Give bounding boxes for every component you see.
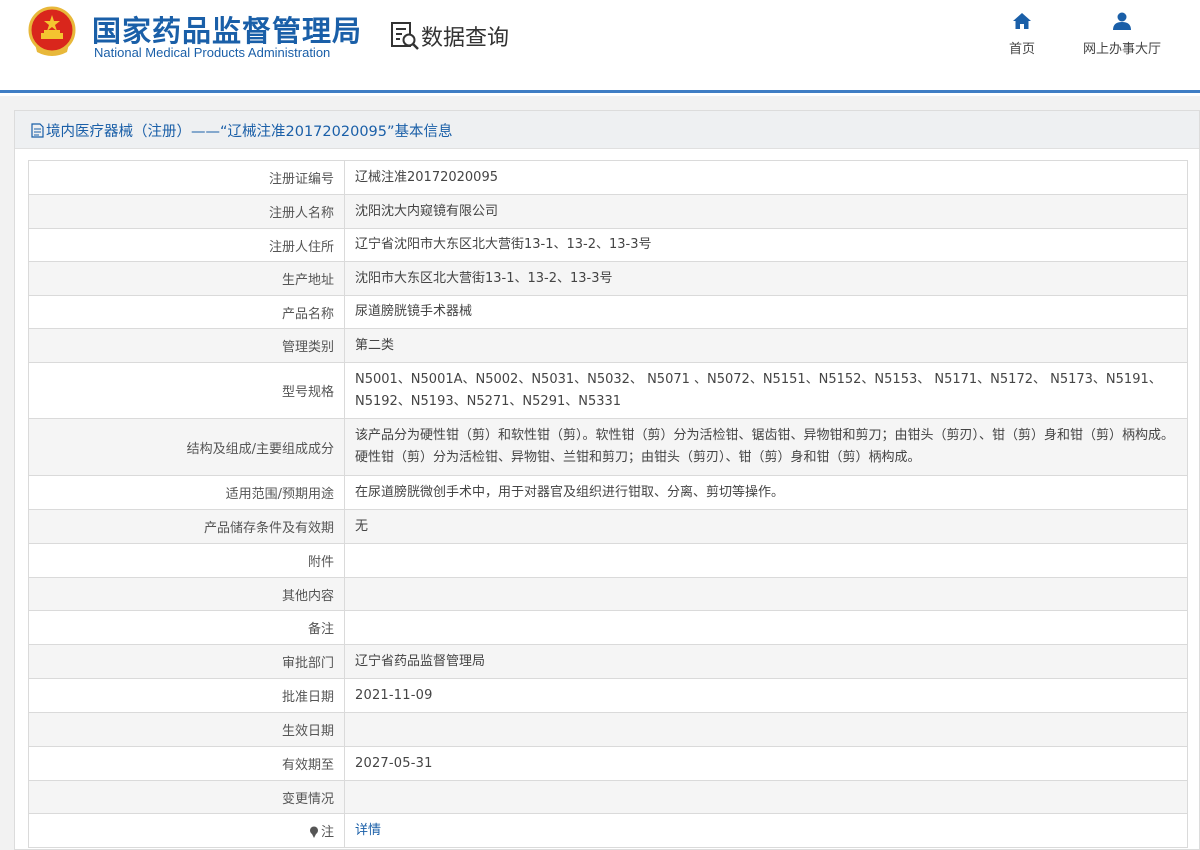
table-row: 产品储存条件及有效期 无	[28, 509, 1188, 544]
site-subtitle: National Medical Products Administration	[94, 45, 331, 60]
row-value	[344, 577, 1188, 611]
table-row: 审批部门 辽宁省药品监督管理局	[28, 644, 1188, 679]
row-label: 注册证编号	[28, 160, 345, 195]
site-header: 国家药品监督管理局 National Medical Products Admi…	[0, 0, 1200, 90]
row-value	[344, 780, 1188, 814]
row-label: 附件	[28, 543, 345, 578]
row-value: 详情	[344, 813, 1188, 848]
row-value: 尿道膀胱镜手术器械	[344, 295, 1188, 329]
row-label: 批准日期	[28, 678, 345, 713]
row-label: 注册人住所	[28, 228, 345, 262]
section-title: 数据查询	[421, 26, 510, 51]
row-label: 注册人名称	[28, 194, 345, 229]
table-row: 型号规格 N5001、N5001A、N5002、N5031、N5032、 N50…	[28, 362, 1188, 419]
user-icon	[1113, 12, 1131, 30]
row-value	[344, 543, 1188, 578]
pin-icon	[309, 826, 318, 838]
row-value	[344, 610, 1188, 645]
row-value: N5001、N5001A、N5002、N5031、N5032、 N5071 、N…	[344, 362, 1188, 419]
row-label: 生效日期	[28, 712, 345, 747]
table-row: 适用范围/预期用途 在尿道膀胱微创手术中，用于对器官及组织进行钳取、分离、剪切等…	[28, 475, 1188, 510]
panel-title-text: 境内医疗器械（注册）——“辽械注准20172020095”基本信息	[46, 124, 453, 140]
row-label: 生产地址	[28, 261, 345, 296]
table-row: 有效期至 2027-05-31	[28, 746, 1188, 781]
table-row: 其他内容	[28, 577, 1188, 611]
panel-title: 境内医疗器械（注册）——“辽械注准20172020095”基本信息	[31, 120, 453, 141]
panel-header: 境内医疗器械（注册）——“辽械注准20172020095”基本信息	[15, 111, 1199, 149]
table-row: 注册人住所 辽宁省沈阳市大东区北大营街13-1、13-2、13-3号	[28, 228, 1188, 262]
data-query-icon	[391, 22, 419, 50]
nav-online-service-hall[interactable]: 网上办事大厅	[1074, 12, 1170, 57]
row-value: 第二类	[344, 328, 1188, 363]
row-value: 辽宁省沈阳市大东区北大营街13-1、13-2、13-3号	[344, 228, 1188, 262]
table-row: 注册人名称 沈阳沈大内窥镜有限公司	[28, 194, 1188, 229]
note-label-text: 注	[320, 825, 334, 840]
nav-home-label: 首页	[1008, 42, 1035, 57]
table-row: 批准日期 2021-11-09	[28, 678, 1188, 713]
row-value: 在尿道膀胱微创手术中，用于对器官及组织进行钳取、分离、剪切等操作。	[344, 475, 1188, 510]
table-row: 生产地址 沈阳市大东区北大营街13-1、13-2、13-3号	[28, 261, 1188, 296]
table-row: 注 详情	[28, 813, 1188, 848]
row-value: 2021-11-09	[344, 678, 1188, 713]
home-icon	[1013, 13, 1031, 29]
nav-hall-label: 网上办事大厅	[1082, 42, 1161, 57]
row-value: 无	[344, 509, 1188, 544]
site-title[interactable]: 国家药品监督管理局	[92, 8, 362, 50]
row-value: 沈阳沈大内窥镜有限公司	[344, 194, 1188, 229]
row-label: 变更情况	[28, 780, 345, 814]
row-value: 沈阳市大东区北大营街13-1、13-2、13-3号	[344, 261, 1188, 296]
nav-home[interactable]: 首页	[1004, 12, 1040, 57]
header-divider	[0, 90, 1200, 93]
row-label-note: 注	[28, 813, 345, 848]
table-row: 备注	[28, 610, 1188, 645]
table-row: 管理类别 第二类	[28, 328, 1188, 363]
table-row: 注册证编号 辽械注准20172020095	[28, 160, 1188, 195]
row-label: 型号规格	[28, 362, 345, 419]
row-value: 2027-05-31	[344, 746, 1188, 781]
row-label: 审批部门	[28, 644, 345, 679]
row-label: 管理类别	[28, 328, 345, 363]
row-label: 适用范围/预期用途	[28, 475, 345, 510]
row-label: 产品名称	[28, 295, 345, 329]
table-row: 产品名称 尿道膀胱镜手术器械	[28, 295, 1188, 329]
row-value: 该产品分为硬性钳（剪）和软性钳（剪）。软性钳（剪）分为活检钳、锯齿钳、异物钳和剪…	[344, 418, 1188, 476]
national-emblem-icon	[28, 6, 76, 56]
row-label: 结构及组成/主要组成成分	[28, 418, 345, 476]
table-row: 生效日期	[28, 712, 1188, 747]
table-row: 变更情况	[28, 780, 1188, 814]
basic-info-table: 注册证编号 辽械注准20172020095 注册人名称 沈阳沈大内窥镜有限公司 …	[28, 160, 1188, 848]
row-value: 辽宁省药品监督管理局	[344, 644, 1188, 679]
document-icon	[31, 123, 44, 138]
row-label: 备注	[28, 610, 345, 645]
row-value: 辽械注准20172020095	[344, 160, 1188, 195]
row-label: 产品储存条件及有效期	[28, 509, 345, 544]
row-label: 有效期至	[28, 746, 345, 781]
table-row: 结构及组成/主要组成成分 该产品分为硬性钳（剪）和软性钳（剪）。软性钳（剪）分为…	[28, 418, 1188, 476]
table-row: 附件	[28, 543, 1188, 578]
row-value	[344, 712, 1188, 747]
row-label: 其他内容	[28, 577, 345, 611]
details-link[interactable]: 详情	[355, 823, 381, 838]
